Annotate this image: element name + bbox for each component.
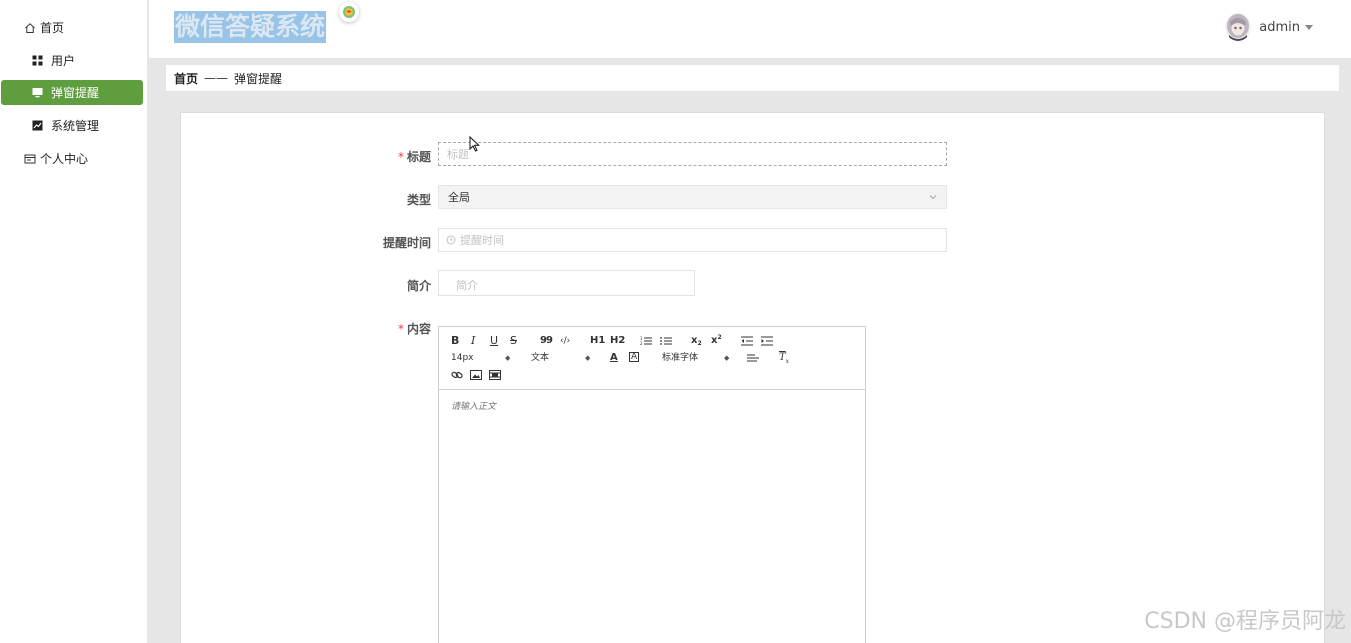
chevron-down-icon <box>1305 24 1313 30</box>
sidebar-item-label: 用户 <box>51 54 76 68</box>
bold-button[interactable]: B <box>451 335 459 347</box>
italic-button[interactable]: I <box>471 335 475 347</box>
image-button[interactable] <box>470 369 482 381</box>
align-left-icon <box>747 354 759 362</box>
h1-button[interactable]: H1 <box>590 335 605 347</box>
grid-icon <box>31 55 43 67</box>
bullet-list-button[interactable] <box>660 335 672 347</box>
strike-button[interactable]: S <box>510 335 517 347</box>
avatar <box>1225 13 1252 41</box>
code-button[interactable]: ‹/› <box>560 335 570 347</box>
superscript-button[interactable]: x2 <box>711 334 722 347</box>
mouse-cursor-icon <box>469 135 481 155</box>
chevron-down-icon <box>928 192 938 205</box>
bullet-list-icon <box>660 337 672 345</box>
reminder-time-picker[interactable]: 提醒时间 <box>438 228 947 252</box>
outdent-button[interactable] <box>741 335 753 347</box>
top-header: 微信答疑系统 admin <box>149 0 1351 58</box>
rich-text-editor: B I U S 99 ‹/› H1 H2 12 x2 x2 14px ◆ 文本 … <box>438 326 866 643</box>
sidebar-item-label: 首页 <box>40 21 65 35</box>
app-title: 微信答疑系统 <box>174 11 327 43</box>
subscript-button[interactable]: x2 <box>691 335 702 347</box>
reminder-time-placeholder: 提醒时间 <box>460 234 504 247</box>
title-input[interactable] <box>438 142 947 166</box>
type-select[interactable]: 全局 <box>438 185 947 209</box>
sidebar-item-personal-center[interactable]: 个人中心 <box>1 146 143 171</box>
clean-format-button[interactable]: Tx <box>779 352 789 365</box>
ordered-list-icon: 12 <box>640 336 652 346</box>
intro-textarea[interactable] <box>438 270 695 296</box>
form-card: *标题 类型 全局 提醒时间 提醒时间 简介 *内容 B I U S 99 ‹/… <box>180 112 1325 643</box>
sidebar-item-home[interactable]: 首页 <box>1 15 143 40</box>
breadcrumb-home[interactable]: 首页 <box>174 70 198 87</box>
title-label: * 标题 <box>397 150 431 164</box>
sidebar-item-label: 个人中心 <box>40 152 89 166</box>
content-label: * 内容 <box>397 322 431 336</box>
breadcrumb: 首页 —— 弹窗提醒 <box>166 65 1339 91</box>
sidebar-item-system-management[interactable]: 系统管理 <box>1 113 143 138</box>
font-size-select[interactable]: 14px ◆ <box>451 352 511 364</box>
svg-text:2: 2 <box>640 341 643 346</box>
editor-placeholder[interactable]: 请输入正文 <box>451 399 496 412</box>
indent-button[interactable] <box>761 335 773 347</box>
align-button[interactable] <box>747 352 759 364</box>
link-icon <box>451 371 463 379</box>
video-icon <box>489 370 501 380</box>
breadcrumb-separator: —— <box>204 71 229 85</box>
link-button[interactable] <box>451 369 463 381</box>
type-select-value: 全局 <box>448 191 470 204</box>
font-color-button[interactable]: A <box>610 352 618 364</box>
indent-icon <box>761 336 773 346</box>
home-icon <box>24 22 36 34</box>
watermark: CSDN @程序员阿龙 <box>1144 609 1346 634</box>
sidebar-item-label: 弹窗提醒 <box>51 86 100 100</box>
clock-icon <box>446 235 456 245</box>
font-family-select[interactable]: 标准字体 ◆ <box>662 352 732 364</box>
type-label: 类型 <box>406 193 431 207</box>
logo-icon <box>339 2 359 22</box>
header-select[interactable]: 文本 ◆ <box>531 352 591 364</box>
underline-button[interactable]: U <box>490 335 498 347</box>
blockquote-button[interactable]: 99 <box>540 335 553 347</box>
breadcrumb-current: 弹窗提醒 <box>234 71 283 86</box>
outdent-icon <box>741 336 753 346</box>
monitor-icon <box>31 87 43 99</box>
user-name: admin <box>1259 19 1300 35</box>
time-label: 提醒时间 <box>382 236 431 250</box>
id-card-icon <box>24 153 36 165</box>
h2-button[interactable]: H2 <box>610 335 625 347</box>
ordered-list-button[interactable]: 12 <box>640 335 652 347</box>
user-menu[interactable]: admin <box>1225 12 1313 42</box>
sidebar-item-users[interactable]: 用户 <box>1 48 143 73</box>
video-button[interactable] <box>489 369 501 381</box>
chart-icon <box>31 120 43 132</box>
sidebar: 首页 用户 弹窗提醒 系统管理 个人中心 <box>0 0 148 643</box>
image-icon <box>470 370 482 380</box>
sidebar-item-popup-reminder[interactable]: 弹窗提醒 <box>1 80 143 105</box>
intro-label: 简介 <box>406 279 431 293</box>
editor-toolbar: B I U S 99 ‹/› H1 H2 12 x2 x2 14px ◆ 文本 … <box>439 327 865 390</box>
sidebar-item-label: 系统管理 <box>51 119 100 133</box>
background-color-button[interactable]: A <box>629 352 640 362</box>
